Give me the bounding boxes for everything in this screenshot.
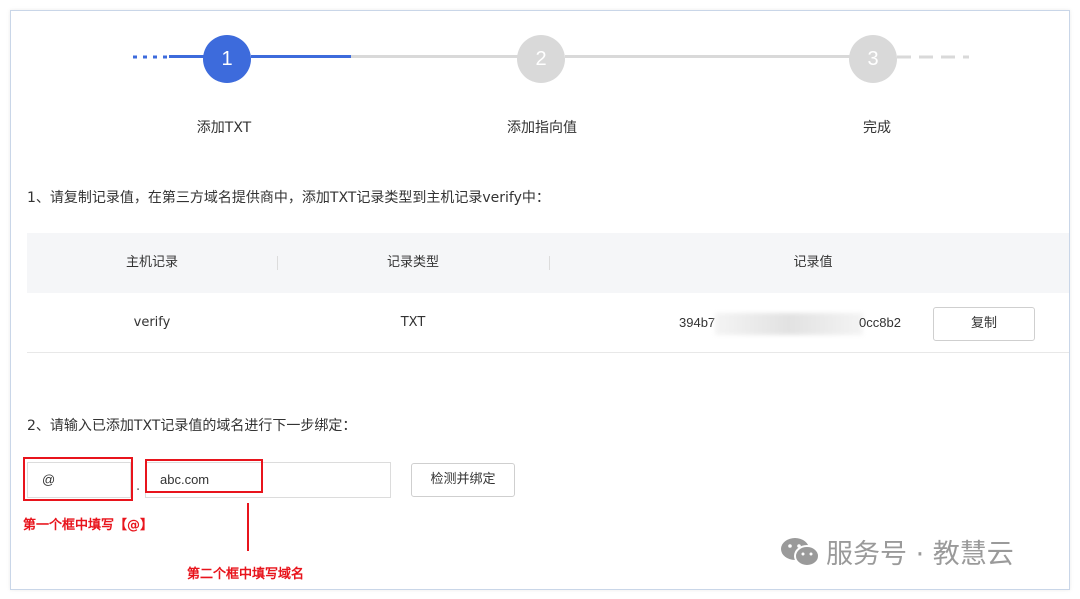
cell-host: verify [133,315,171,330]
step-2-circle: 2 [517,35,565,83]
wechat-icon [781,537,820,567]
header-value: 记录值 [793,255,833,270]
step-3-label: 完成 [863,120,891,136]
step-1-circle: 1 [203,35,251,83]
dialog-frame: 1 2 3 添加TXT 添加指向值 完成 1、请复制记录值，在第三方域名提供商中… [10,10,1070,590]
step-line-1-2 [351,55,519,58]
step-1-label: 添加TXT [196,120,252,136]
step-2-label: 添加指向值 [507,120,577,136]
step-line-2-3 [565,55,851,58]
check-bind-button[interactable]: 检测并绑定 [411,463,515,497]
header-host: 主机记录 [125,255,178,270]
step-3-circle: 3 [849,35,897,83]
instruction-1: 1、请复制记录值，在第三方域名提供商中，添加TXT记录类型到主机记录verify… [27,190,550,206]
annotation-pointer-line [247,503,249,551]
highlight-domain-box [145,459,263,493]
watermark: 服务号 · 教慧云 [780,532,1014,571]
table-row: verify TXT 394b7 0cc8b2 复制 [27,293,1069,353]
blurred-value [715,313,863,335]
watermark-text: 服务号 · 教慧云 [826,539,1014,570]
cell-value-suffix: 0cc8b2 [859,315,901,330]
dotted-line-left [133,55,173,59]
cell-type: TXT [400,315,426,330]
header-type: 记录类型 [386,255,439,270]
step-progress-active [251,55,351,58]
annotation-note-2: 第二个框中填写域名 [187,567,305,582]
dotted-line-right [897,55,969,59]
table-header: 主机记录 记录类型 记录值 [27,233,1069,293]
copy-button[interactable]: 复制 [933,307,1035,341]
dot-separator: . [136,479,141,494]
instruction-2: 2、请输入已添加TXT记录值的域名进行下一步绑定： [27,418,357,434]
annotation-note-1: 第一个框中填写【@】 [23,518,154,533]
highlight-prefix-box [23,457,133,501]
